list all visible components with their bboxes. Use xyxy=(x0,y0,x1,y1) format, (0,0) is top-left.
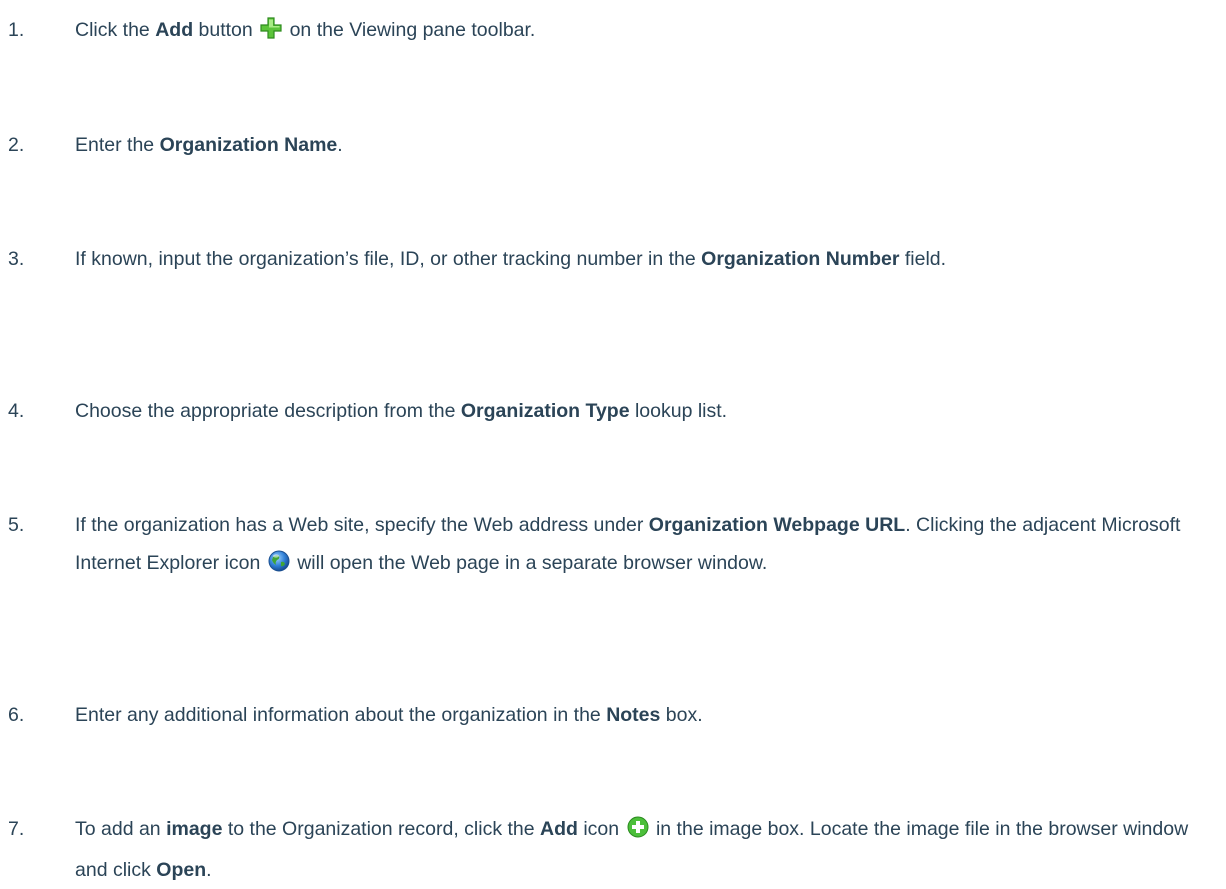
step-text-segment: If the organization has a Web site, spec… xyxy=(75,514,649,536)
step-text: Choose the appropriate description from … xyxy=(75,392,1220,430)
step-bold-term: Open xyxy=(156,859,207,881)
step-text: Click the Add button on the Viewing pane… xyxy=(75,11,1220,52)
step-number: 2. xyxy=(8,134,25,156)
step-text-segment: If known, input the organization’s file,… xyxy=(75,248,702,270)
step-number: 3. xyxy=(8,248,25,270)
step-bold-term: image xyxy=(166,818,223,840)
step-number: 1. xyxy=(8,19,25,41)
step-text: Enter any additional information about t… xyxy=(75,696,1220,734)
step-text-segment: field. xyxy=(899,248,947,270)
step-text-segment: To add an xyxy=(75,818,167,840)
step-bold-term: Organization Webpage URL xyxy=(648,514,906,536)
step-number: 6. xyxy=(8,704,25,726)
step-text: Enter the Organization Name. xyxy=(75,126,1220,164)
step-bold-term: Organization Name xyxy=(159,134,338,156)
step-text-segment: to the Organization record, click the xyxy=(222,818,541,840)
step-bold-term: Add xyxy=(540,818,578,840)
step-text: To add an image to the Organization reco… xyxy=(75,810,1220,889)
step-bold-term: Organization Number xyxy=(701,248,900,270)
step-text-segment: . xyxy=(337,134,343,156)
step-text-segment: icon xyxy=(577,818,620,840)
step-text-segment: Enter any additional information about t… xyxy=(75,704,607,726)
step-number: 7. xyxy=(8,818,25,840)
step-text-segment: Choose the appropriate description from … xyxy=(75,400,461,422)
step-bold-term: Notes xyxy=(606,704,661,726)
step-text-segment: Enter the xyxy=(75,134,160,156)
add-plus-icon xyxy=(260,14,282,52)
globe-icon[interactable] xyxy=(268,547,290,585)
step-text-segment: Click the xyxy=(75,19,156,41)
step-text-segment: box. xyxy=(660,704,703,726)
step-text-segment: . xyxy=(206,859,212,881)
step-text-segment: on the Viewing pane toolbar. xyxy=(284,19,536,41)
step-bold-term: Add xyxy=(155,19,194,41)
step-bold-term: Organization Type xyxy=(460,400,630,422)
step-text-segment: will open the Web page in a separate bro… xyxy=(291,552,768,574)
instruction-list: 1. Click the Add button on the Viewing p… xyxy=(0,0,1226,881)
add-circle-plus-icon[interactable] xyxy=(627,813,649,851)
step-text: If known, input the organization’s file,… xyxy=(75,240,1220,278)
step-number: 5. xyxy=(8,514,25,536)
step-number: 4. xyxy=(8,400,25,422)
step-text-segment: lookup list. xyxy=(629,400,728,422)
step-text: If the organization has a Web site, spec… xyxy=(75,506,1220,585)
step-text-segment: button xyxy=(193,19,253,41)
